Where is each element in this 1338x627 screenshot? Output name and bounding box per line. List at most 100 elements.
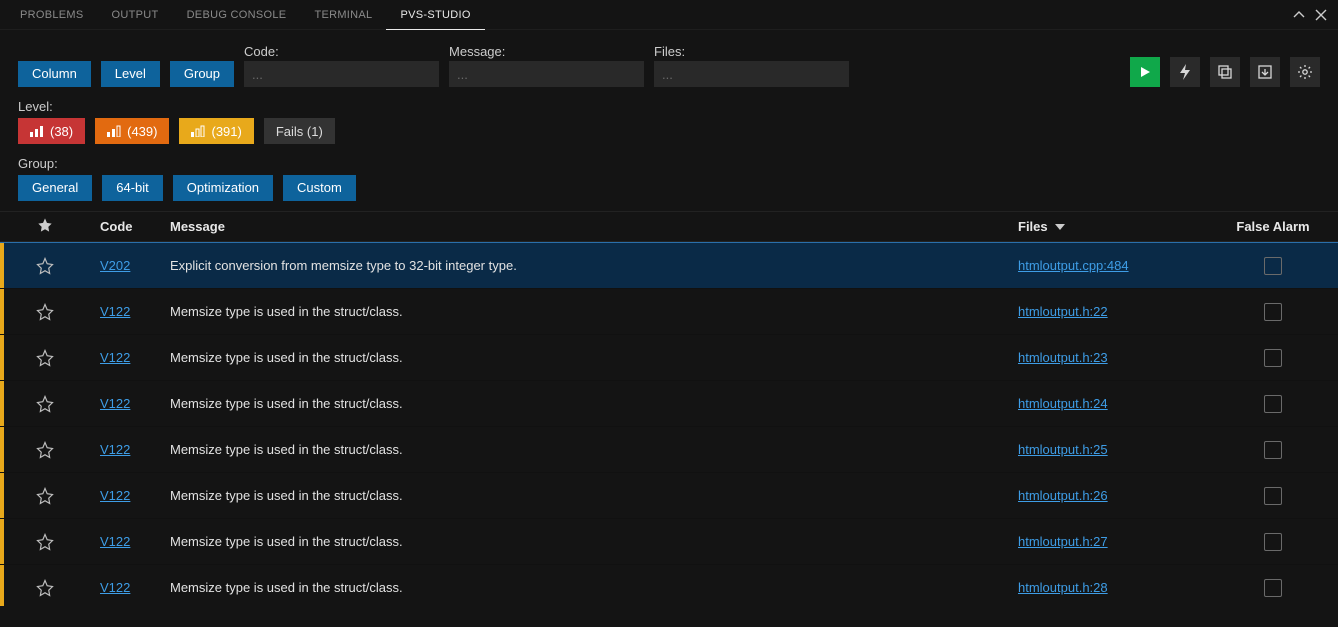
false-alarm-checkbox[interactable] bbox=[1264, 441, 1282, 459]
settings-button[interactable] bbox=[1290, 57, 1320, 87]
filter-code: Code: bbox=[244, 44, 439, 87]
false-alarm-checkbox[interactable] bbox=[1264, 579, 1282, 597]
star-outline-icon bbox=[36, 533, 54, 551]
results-table-header: Code Message Files False Alarm bbox=[0, 211, 1338, 242]
code-link[interactable]: V202 bbox=[100, 258, 130, 273]
file-link[interactable]: htmloutput.cpp:484 bbox=[1018, 258, 1129, 273]
group-section-label: Group: bbox=[18, 156, 1338, 171]
level-low-count: (391) bbox=[211, 124, 241, 139]
false-alarm-cell bbox=[1208, 257, 1338, 275]
save-button[interactable] bbox=[1250, 57, 1280, 87]
copy-button[interactable] bbox=[1210, 57, 1240, 87]
message-cell: Memsize type is used in the struct/class… bbox=[160, 580, 1008, 595]
level-chipbar: (38) (439) (391) Fails (1) bbox=[0, 114, 1338, 150]
table-row[interactable]: V122Memsize type is used in the struct/c… bbox=[0, 289, 1338, 335]
filter-files: Files: bbox=[654, 44, 849, 87]
results-table-body[interactable]: V202Explicit conversion from memsize typ… bbox=[0, 242, 1338, 606]
false-alarm-cell bbox=[1208, 395, 1338, 413]
star-outline-icon bbox=[36, 349, 54, 367]
level-chip-low[interactable]: (391) bbox=[179, 118, 253, 144]
col-message[interactable]: Message bbox=[160, 219, 1008, 234]
filter-code-label: Code: bbox=[244, 44, 439, 59]
filter-message-input[interactable] bbox=[449, 61, 644, 87]
code-link[interactable]: V122 bbox=[100, 350, 130, 365]
star-cell[interactable] bbox=[0, 349, 90, 367]
bars-icon bbox=[30, 125, 44, 137]
false-alarm-cell bbox=[1208, 487, 1338, 505]
table-row[interactable]: V122Memsize type is used in the struct/c… bbox=[0, 519, 1338, 565]
tab-pvs-studio[interactable]: PVS-STUDIO bbox=[386, 0, 484, 30]
table-row[interactable]: V122Memsize type is used in the struct/c… bbox=[0, 381, 1338, 427]
false-alarm-checkbox[interactable] bbox=[1264, 533, 1282, 551]
false-alarm-checkbox[interactable] bbox=[1264, 257, 1282, 275]
star-cell[interactable] bbox=[0, 441, 90, 459]
code-cell: V122 bbox=[90, 396, 160, 411]
col-files[interactable]: Files bbox=[1008, 219, 1208, 234]
code-link[interactable]: V122 bbox=[100, 580, 130, 595]
star-cell[interactable] bbox=[0, 257, 90, 275]
false-alarm-checkbox[interactable] bbox=[1264, 487, 1282, 505]
star-outline-icon bbox=[36, 441, 54, 459]
level-button[interactable]: Level bbox=[101, 61, 160, 87]
code-link[interactable]: V122 bbox=[100, 534, 130, 549]
false-alarm-checkbox[interactable] bbox=[1264, 349, 1282, 367]
group-button[interactable]: Group bbox=[170, 61, 234, 87]
star-cell[interactable] bbox=[0, 395, 90, 413]
file-link[interactable]: htmloutput.h:24 bbox=[1018, 396, 1108, 411]
collapse-panel-icon[interactable] bbox=[1288, 4, 1310, 26]
filter-message: Message: bbox=[449, 44, 644, 87]
star-outline-icon bbox=[36, 395, 54, 413]
file-link[interactable]: htmloutput.h:25 bbox=[1018, 442, 1108, 457]
col-star[interactable] bbox=[0, 217, 90, 236]
false-alarm-cell bbox=[1208, 441, 1338, 459]
close-panel-icon[interactable] bbox=[1310, 4, 1332, 26]
level-chip-fails[interactable]: Fails (1) bbox=[264, 118, 335, 144]
false-alarm-checkbox[interactable] bbox=[1264, 303, 1282, 321]
results-table: Code Message Files False Alarm V202Expli… bbox=[0, 211, 1338, 606]
file-link[interactable]: htmloutput.h:27 bbox=[1018, 534, 1108, 549]
table-row[interactable]: V122Memsize type is used in the struct/c… bbox=[0, 335, 1338, 381]
code-link[interactable]: V122 bbox=[100, 442, 130, 457]
col-code[interactable]: Code bbox=[90, 219, 160, 234]
code-link[interactable]: V122 bbox=[100, 488, 130, 503]
level-medium-count: (439) bbox=[127, 124, 157, 139]
group-optimization-button[interactable]: Optimization bbox=[173, 175, 273, 201]
table-row[interactable]: V122 Memsize type is used in the struct/c… bbox=[0, 427, 1338, 473]
filter-code-input[interactable] bbox=[244, 61, 439, 87]
code-cell: V122 bbox=[90, 534, 160, 549]
table-row[interactable]: V202Explicit conversion from memsize typ… bbox=[0, 243, 1338, 289]
star-cell[interactable] bbox=[0, 533, 90, 551]
star-outline-icon bbox=[36, 487, 54, 505]
tab-problems[interactable]: PROBLEMS bbox=[6, 0, 98, 30]
false-alarm-checkbox[interactable] bbox=[1264, 395, 1282, 413]
code-link[interactable]: V122 bbox=[100, 396, 130, 411]
group-general-button[interactable]: General bbox=[18, 175, 92, 201]
star-cell[interactable] bbox=[0, 303, 90, 321]
file-link[interactable]: htmloutput.h:26 bbox=[1018, 488, 1108, 503]
level-chip-high[interactable]: (38) bbox=[18, 118, 85, 144]
message-cell: Memsize type is used in the struct/class… bbox=[160, 442, 1008, 457]
run-analysis-button[interactable] bbox=[1130, 57, 1160, 87]
col-false-alarm[interactable]: False Alarm bbox=[1208, 219, 1338, 234]
table-row[interactable]: V122 Memsize type is used in the struct/c… bbox=[0, 565, 1338, 606]
table-row[interactable]: V122 Memsize type is used in the struct/c… bbox=[0, 473, 1338, 519]
file-link[interactable]: htmloutput.h:28 bbox=[1018, 580, 1108, 595]
filter-files-input[interactable] bbox=[654, 61, 849, 87]
tab-debug-console[interactable]: DEBUG CONSOLE bbox=[173, 0, 301, 30]
bolt-button[interactable] bbox=[1170, 57, 1200, 87]
tab-terminal[interactable]: TERMINAL bbox=[300, 0, 386, 30]
star-cell[interactable] bbox=[0, 487, 90, 505]
file-cell: htmloutput.h:26 bbox=[1008, 488, 1208, 503]
column-button[interactable]: Column bbox=[18, 61, 91, 87]
group-64bit-button[interactable]: 64-bit bbox=[102, 175, 163, 201]
tab-output[interactable]: OUTPUT bbox=[98, 0, 173, 30]
code-cell: V202 bbox=[90, 258, 160, 273]
star-cell[interactable] bbox=[0, 579, 90, 597]
group-custom-button[interactable]: Custom bbox=[283, 175, 356, 201]
level-chip-medium[interactable]: (439) bbox=[95, 118, 169, 144]
file-link[interactable]: htmloutput.h:23 bbox=[1018, 350, 1108, 365]
code-link[interactable]: V122 bbox=[100, 304, 130, 319]
file-cell: htmloutput.cpp:484 bbox=[1008, 258, 1208, 273]
message-cell: Memsize type is used in the struct/class… bbox=[160, 488, 1008, 503]
file-link[interactable]: htmloutput.h:22 bbox=[1018, 304, 1108, 319]
